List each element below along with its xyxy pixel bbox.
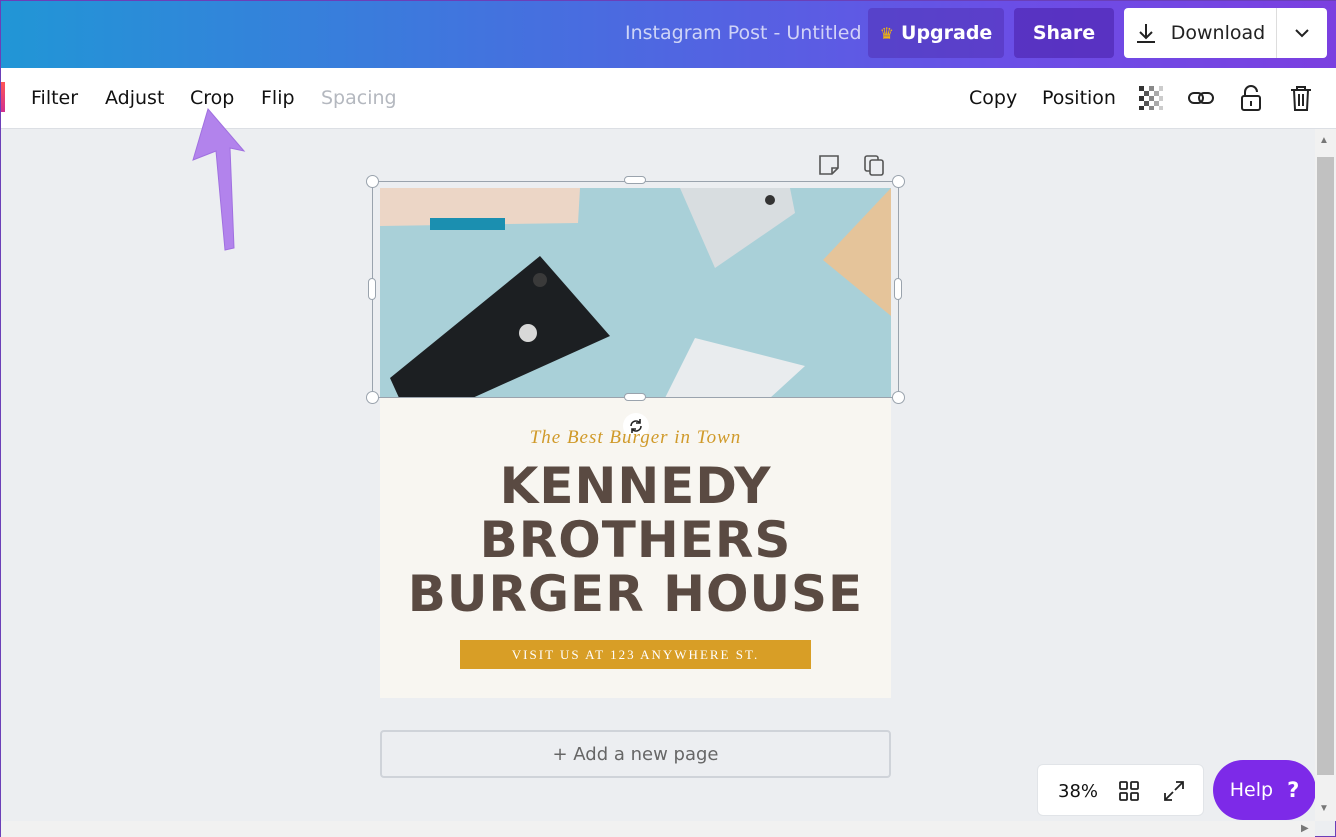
fullscreen-icon[interactable]: [1162, 779, 1186, 803]
scroll-right-arrow[interactable]: ▶: [1301, 823, 1309, 834]
resize-handle-top-left[interactable]: [366, 175, 379, 188]
transparency-icon[interactable]: [1136, 83, 1166, 113]
flip-button[interactable]: Flip: [261, 87, 295, 109]
download-options-button[interactable]: [1276, 8, 1327, 58]
duplicate-page-icon[interactable]: [862, 153, 886, 177]
selection-box: [372, 181, 899, 398]
note-icon[interactable]: [817, 153, 841, 177]
resize-handle-left[interactable]: [368, 278, 376, 300]
trash-icon[interactable]: [1286, 83, 1316, 113]
annotation-arrow: [192, 107, 246, 251]
upgrade-button[interactable]: ♛ Upgrade: [868, 8, 1004, 58]
copy-style-button[interactable]: Copy: [969, 87, 1017, 109]
scroll-down-arrow[interactable]: ▼: [1319, 803, 1329, 814]
help-button[interactable]: Help ?: [1213, 760, 1316, 820]
tagline-text[interactable]: The Best Burger in Town: [380, 427, 891, 449]
headline-line-1: KENNEDY: [499, 457, 772, 515]
headline-line-3: BURGER HOUSE: [407, 565, 864, 623]
link-icon[interactable]: [1186, 83, 1216, 113]
question-icon: ?: [1287, 778, 1300, 802]
upgrade-label: Upgrade: [901, 22, 993, 44]
chevron-down-icon: [1295, 29, 1309, 38]
cta-banner[interactable]: VISIT US AT 123 ANYWHERE ST.: [460, 640, 811, 669]
resize-handle-right[interactable]: [894, 278, 902, 300]
resize-handle-top[interactable]: [624, 176, 646, 184]
resize-handle-bottom-left[interactable]: [366, 391, 379, 404]
adjust-button[interactable]: Adjust: [105, 87, 164, 109]
scrollbar-thumb[interactable]: [1317, 157, 1334, 775]
horizontal-scrollbar[interactable]: [1, 821, 1315, 837]
crown-icon: ♛: [879, 23, 895, 43]
headline-line-2: BROTHERS: [479, 511, 792, 569]
resize-handle-bottom-right[interactable]: [892, 391, 905, 404]
document-title[interactable]: Instagram Post - Untitled: [625, 22, 862, 44]
download-button[interactable]: Download: [1124, 8, 1276, 58]
zoom-controls: 38%: [1037, 764, 1204, 816]
spacing-button[interactable]: Spacing: [321, 87, 397, 109]
resize-handle-top-right[interactable]: [892, 175, 905, 188]
add-page-button[interactable]: + Add a new page: [380, 730, 891, 778]
lock-icon[interactable]: [1236, 83, 1266, 113]
grid-view-icon[interactable]: [1118, 780, 1140, 802]
color-swatch[interactable]: [1, 82, 5, 112]
scroll-up-arrow[interactable]: ▲: [1319, 135, 1329, 146]
resize-handle-bottom[interactable]: [624, 393, 646, 401]
headline-text[interactable]: KENNEDY BROTHERS BURGER HOUSE: [380, 459, 891, 621]
download-label: Download: [1170, 22, 1266, 44]
position-button[interactable]: Position: [1042, 87, 1116, 109]
zoom-level[interactable]: 38%: [1058, 781, 1098, 802]
filter-button[interactable]: Filter: [31, 87, 78, 109]
help-label: Help: [1229, 779, 1274, 801]
share-button[interactable]: Share: [1014, 8, 1114, 58]
download-icon: [1136, 24, 1155, 43]
